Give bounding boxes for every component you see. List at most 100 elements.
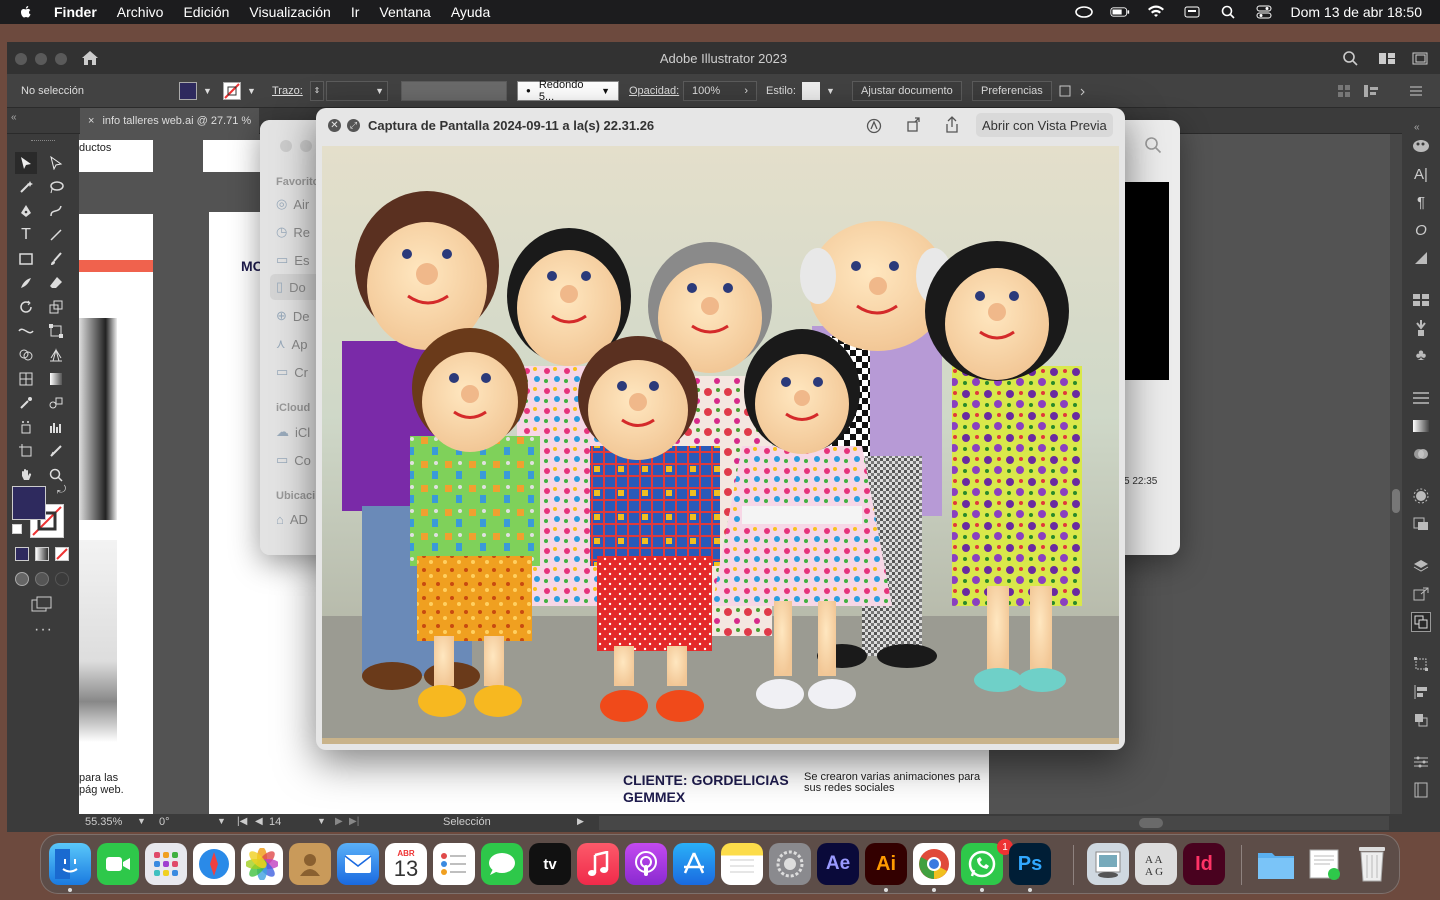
open-with-preview-button[interactable]: Abrir con Vista Previa [976,113,1113,137]
menu-archivo[interactable]: Archivo [117,4,164,20]
finder-minimize-button[interactable] [300,140,312,152]
symbol-sprayer-tool-icon[interactable] [15,416,37,438]
contacts-dock-icon[interactable] [289,843,331,885]
artboard-number[interactable]: 14 [269,816,281,828]
pen-tool-icon[interactable] [15,200,37,222]
brushes-panel-icon[interactable] [1411,318,1431,338]
more-tools-icon[interactable]: ··· [34,621,53,639]
mail-dock-icon[interactable] [337,843,379,885]
safari-dock-icon[interactable] [193,843,235,885]
calendar-dock-icon[interactable]: ABR 13 [385,843,427,885]
brush-dropdown[interactable]: ● Redondo 5... ▼ [517,79,619,103]
photos-dock-icon[interactable] [241,843,283,885]
width-tool-icon[interactable] [15,320,37,342]
podcasts-dock-icon[interactable] [625,843,667,885]
graphic-styles-panel-icon[interactable] [1411,514,1431,534]
draw-behind-icon[interactable] [35,572,49,586]
artboards-panel-icon[interactable] [1411,612,1431,632]
blend-tool-icon[interactable] [45,392,67,414]
apple-tv-dock-icon[interactable]: tv [529,843,571,885]
trash-dock-icon[interactable] [1351,843,1393,885]
finder-close-button[interactable] [280,140,292,152]
zoom-tool-icon[interactable] [45,464,67,486]
rotate-icon[interactable] [906,117,922,133]
color-panel-icon[interactable] [1411,136,1431,156]
paragraph-panel-icon[interactable]: ¶ [1411,192,1431,212]
document-tab[interactable]: × info talleres web.ai @ 27.71 % [80,108,260,134]
documents-stack-dock-icon[interactable] [1303,843,1345,885]
music-dock-icon[interactable] [577,843,619,885]
opacity-input[interactable]: 100% › [683,80,757,101]
sidebar-item-disk[interactable]: ⌂ AD [276,512,308,527]
menu-finder[interactable]: Finder [54,4,97,20]
launchpad-dock-icon[interactable] [145,843,187,885]
mesh-tool-icon[interactable] [15,368,37,390]
spotlight-search-icon[interactable] [1218,5,1238,19]
keyboard-icon[interactable] [1182,5,1202,19]
search-icon[interactable] [1342,50,1358,66]
vertical-scroll-thumb[interactable] [1392,489,1400,513]
shape-builder-tool-icon[interactable] [15,344,37,366]
properties-panel-icon[interactable] [1411,752,1431,772]
next-artboard-icon[interactable]: ▶ [335,816,343,827]
menu-visualizacion[interactable]: Visualización [249,4,330,20]
zoom-dropdown-icon[interactable]: ▼ [137,816,146,826]
battery-icon[interactable] [1110,5,1130,19]
glyphs-panel-icon[interactable] [1411,248,1431,268]
draw-inside-icon[interactable] [55,572,69,586]
markup-icon[interactable] [866,118,882,134]
color-mode-icon[interactable] [15,547,29,561]
direct-selection-tool-icon[interactable] [45,152,67,174]
sidebar-item-downloads[interactable]: ⊕ De [276,308,310,324]
creative-cloud-icon[interactable] [1074,5,1094,19]
finder-search-icon[interactable] [1144,136,1162,154]
sidebar-item-shared[interactable]: ▭ Co [276,452,311,468]
sidebar-item-icloud-drive[interactable]: ☁ iCl [276,424,310,440]
pathfinder-panel-icon[interactable] [1411,710,1431,730]
panel-menu-icon[interactable] [1409,81,1423,101]
indesign-dock-icon[interactable]: Id [1183,843,1225,885]
reminders-dock-icon[interactable] [433,843,475,885]
swatches-panel-icon[interactable] [1411,290,1431,310]
align-grid-icon[interactable] [1337,81,1351,101]
finder-dock-icon[interactable] [49,843,91,885]
free-transform-tool-icon[interactable] [45,320,67,342]
perspective-grid-tool-icon[interactable] [45,344,67,366]
close-tab-icon[interactable]: × [88,115,94,127]
line-tool-icon[interactable] [45,224,67,246]
first-artboard-icon[interactable]: |◀ [237,816,247,827]
rotation-value[interactable]: 0° [159,816,170,828]
messages-dock-icon[interactable] [481,843,523,885]
transform-panel-icon[interactable] [1411,654,1431,674]
fill-swatch[interactable]: ▼ [179,81,212,101]
horizontal-scroll-thumb[interactable] [1139,818,1163,828]
collapse-panels-icon[interactable]: « [1414,122,1420,133]
rotation-dropdown-icon[interactable]: ▼ [217,816,226,826]
libraries-panel-icon[interactable] [1411,780,1431,800]
opentype-panel-icon[interactable]: O [1411,220,1431,240]
stroke-panel-icon[interactable] [1411,388,1431,408]
transparency-panel-icon[interactable] [1411,444,1431,464]
swap-colors-icon[interactable]: ⤾ [57,484,66,497]
quicklook-fullscreen-icon[interactable]: ⤢ [347,119,360,132]
last-artboard-icon[interactable]: ▶| [349,816,359,827]
sidebar-item-desktop[interactable]: ▭ Es [276,252,309,268]
opacity-label[interactable]: Opacidad: [629,81,679,101]
chrome-dock-icon[interactable] [913,843,955,885]
transform-icon[interactable] [1363,81,1385,101]
status-menu-icon[interactable]: ▶ [577,816,584,827]
horizontal-scrollbar[interactable] [599,816,1389,830]
symbols-panel-icon[interactable]: ♣ [1411,346,1431,366]
menubar-clock[interactable]: Dom 13 de abr 18:50 [1290,4,1422,20]
menu-ir[interactable]: Ir [351,4,360,20]
sidebar-item-recents[interactable]: ◷ Re [276,224,310,240]
prev-artboard-icon[interactable]: ◀ [255,816,263,827]
paintbrush-tool-icon[interactable] [45,248,67,270]
downloads-folder-dock-icon[interactable] [1255,843,1297,885]
layers-panel-icon[interactable] [1411,556,1431,576]
eyedropper-tool-icon[interactable] [15,392,37,414]
quicklook-close-icon[interactable]: ✕ [328,119,341,132]
magic-wand-tool-icon[interactable] [15,176,37,198]
quicklook-window[interactable]: ✕ ⤢ Captura de Pantalla 2024-09-11 a la(… [316,108,1125,750]
selection-tool-icon[interactable] [15,152,37,174]
